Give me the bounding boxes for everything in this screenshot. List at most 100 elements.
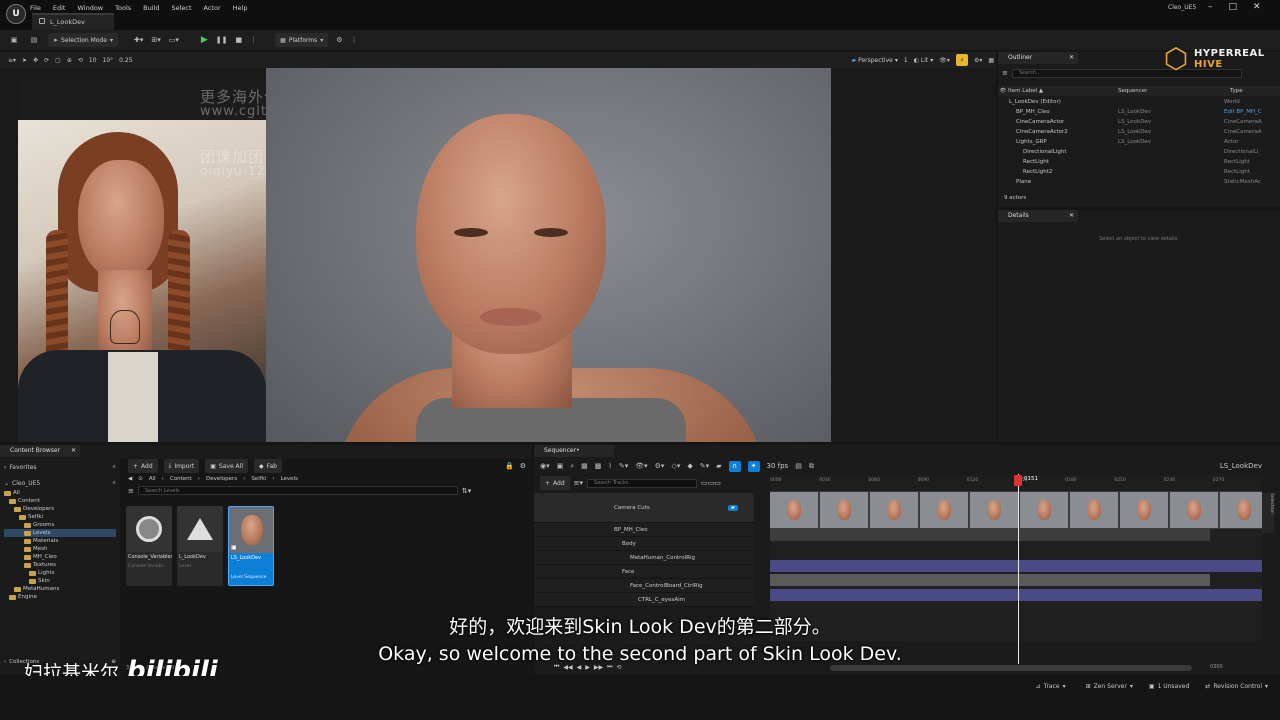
outliner-row[interactable]: L_LookDev (Editor) World — [998, 97, 1280, 107]
asset-l-lookdev[interactable]: L_LookDev Level — [177, 506, 223, 586]
folder-item[interactable]: MH_Cleo — [4, 553, 116, 561]
filter-icon[interactable]: ≡▾ — [574, 479, 583, 487]
folder-item[interactable]: Developers — [4, 505, 116, 513]
snap-icon[interactable]: ∩ — [728, 460, 741, 472]
outliner-row[interactable]: Lights_GRP LS_LookDev Actor — [998, 137, 1280, 147]
settings-icon[interactable]: ⚙ — [520, 462, 526, 470]
camera-icon[interactable]: ▰ — [716, 462, 721, 470]
add-button[interactable]: + Add — [128, 459, 158, 473]
folder-item[interactable]: Skin — [4, 577, 116, 585]
add-track-button[interactable]: + Add — [540, 476, 570, 490]
back-icon[interactable]: ◀ — [128, 476, 132, 482]
play-options-icon[interactable]: ⋮ — [250, 36, 257, 44]
add-actor-icon[interactable]: ✚▾ — [134, 36, 143, 44]
project-header[interactable]: ⌄ Cleo_UE5 ⌕ — [4, 477, 116, 489]
graph-icon[interactable]: ▤ — [795, 462, 802, 470]
lit-button[interactable]: ◐ Lit ▾ — [914, 57, 934, 64]
bp-section[interactable] — [770, 529, 1210, 541]
menu-file[interactable]: File — [30, 4, 41, 12]
asset-console-variables[interactable]: Console_Variables Console Variabl... — [126, 506, 172, 586]
outliner-row[interactable]: CineCameraActor2 LS_LookDev CineCameraA — [998, 127, 1280, 137]
close-icon[interactable]: ✕ — [1253, 2, 1261, 12]
realtime-icon[interactable]: ⚡ — [955, 54, 968, 66]
folder-item[interactable]: All — [4, 489, 116, 497]
menu-actor[interactable]: Actor — [204, 4, 221, 12]
menu-select[interactable]: Select — [171, 4, 191, 12]
minimize-icon[interactable]: – — [1208, 2, 1213, 12]
rotation-snap-value[interactable]: 10° — [103, 57, 114, 64]
view-icon[interactable]: 👁▾ — [635, 462, 647, 470]
breadcrumb-developers[interactable]: Developers — [206, 476, 237, 482]
filter-icon[interactable]: ≡ — [128, 487, 134, 495]
sort-icon[interactable]: ⇅▾ — [462, 487, 471, 495]
breadcrumb-content[interactable]: Content — [170, 476, 192, 482]
fab-button[interactable]: ◆ Fab — [253, 459, 282, 473]
face-section[interactable] — [770, 574, 1210, 586]
search-icon[interactable]: ⌕ — [113, 479, 116, 487]
render-icon[interactable]: ▩ — [595, 462, 602, 470]
layout-icon[interactable]: ▦ — [988, 57, 994, 64]
save-icon[interactable]: ▣ — [8, 36, 20, 44]
fps-value[interactable]: 30 fps — [767, 462, 789, 470]
playhead-handle[interactable] — [1014, 475, 1022, 486]
platforms-button[interactable]: ▦ Platforms ▾ — [275, 33, 329, 47]
settings-icon[interactable]: ⚙ — [336, 36, 342, 44]
breadcrumb-selfki[interactable]: Selfki — [251, 476, 266, 482]
save-icon[interactable]: ▣ — [557, 462, 564, 470]
add-key-icon[interactable]: ◆ — [687, 462, 692, 470]
trace-button[interactable]: ⊿ Trace ▾ — [1036, 683, 1066, 690]
sequencer-track[interactable]: CTRL_C_eyesAim — [534, 593, 754, 607]
track-options-icon[interactable]: ▭▭▭ — [701, 479, 721, 487]
close-icon[interactable]: ✕ — [1069, 210, 1074, 222]
menu-help[interactable]: Help — [233, 4, 248, 12]
tools-icon[interactable]: ✎▾ — [619, 462, 628, 470]
selection-tab[interactable]: Selection — [1262, 493, 1274, 533]
menu-window[interactable]: Window — [77, 4, 103, 12]
unsaved-button[interactable]: ▣ 1 Unsaved — [1149, 683, 1189, 690]
camera-lock-icon[interactable]: ▰ — [727, 504, 738, 511]
show-flags-icon[interactable]: 👁▾ — [939, 57, 950, 64]
more-icon[interactable]: ⋮ — [351, 36, 358, 44]
close-icon[interactable]: ✕ — [1069, 52, 1074, 64]
folder-item[interactable]: Textures — [4, 561, 116, 569]
visibility-icon[interactable]: 👁 — [998, 88, 1008, 94]
playback-icon[interactable]: ⚙▾ — [655, 462, 665, 470]
search-icon[interactable]: ⌕ — [113, 463, 116, 471]
camera-speed-value[interactable]: 1 — [904, 57, 908, 64]
selection-mode-button[interactable]: ➤ Selection Mode ▾ — [48, 33, 118, 47]
scale-tool-icon[interactable]: ▢ — [55, 57, 61, 64]
col-item-label[interactable]: Item Label ▲ — [1008, 88, 1118, 94]
sequencer-track[interactable]: MetaHuman_ControlRig — [534, 551, 754, 565]
revision-control-button[interactable]: ⇄ Revision Control ▾ — [1205, 683, 1268, 690]
outliner-row[interactable]: BP_MH_Cleo LS_LookDev Edit BP_MH_C — [998, 107, 1280, 117]
settings-icon[interactable]: ⚙▾ — [974, 57, 982, 64]
grid-snap-value[interactable]: 10 — [89, 57, 97, 64]
perspective-button[interactable]: ▰ Perspective ▾ — [851, 57, 897, 64]
outliner-row[interactable]: RectLight RectLight — [998, 157, 1280, 167]
sequencer-track[interactable]: Face_ControlBoard_CtrlRig — [534, 579, 754, 593]
asset-search-input[interactable] — [137, 486, 458, 495]
favorites-header[interactable]: › Favorites ⌕ — [4, 461, 116, 473]
outliner-row[interactable]: Plane StaticMeshAc — [998, 177, 1280, 187]
sequence-menu-icon[interactable]: ◉▾ — [540, 462, 550, 470]
world-local-icon[interactable]: ⊕ — [67, 57, 72, 64]
folder-item[interactable]: Grooms — [4, 521, 116, 529]
tab-sequencer[interactable]: Sequencer • — [534, 445, 614, 457]
blueprint-icon[interactable]: ⊞▾ — [151, 36, 160, 44]
tab-details[interactable]: Details ✕ — [998, 210, 1078, 222]
sequencer-track[interactable]: Body — [534, 537, 754, 551]
folder-item[interactable]: MetaHumans — [4, 585, 116, 593]
breadcrumb-levels[interactable]: Levels — [281, 476, 298, 482]
scale-snap-value[interactable]: 0.25 — [119, 57, 132, 64]
folder-item[interactable]: Content — [4, 497, 116, 505]
level-viewport[interactable]: ≡▾ ➤ ✥ ⟳ ▢ ⊕ ⟲ 10 10° 0.25 ▰ Perspective… — [0, 52, 996, 442]
lock-icon[interactable]: 🔒 — [505, 462, 514, 470]
menu-tools[interactable]: Tools — [115, 4, 131, 12]
cinematics-icon[interactable]: ▭▾ — [169, 36, 179, 44]
asset-ls-lookdev[interactable]: ▣ LS_LookDev Level Sequence — [228, 506, 274, 586]
rotate-tool-icon[interactable]: ⟳ — [44, 57, 49, 64]
tab-outliner[interactable]: Outliner ✕ — [998, 52, 1078, 64]
film-icon[interactable]: ▦ — [581, 462, 588, 470]
outliner-row[interactable]: CineCameraActor LS_LookDev CineCameraA — [998, 117, 1280, 127]
col-sequencer[interactable]: Sequencer — [1118, 88, 1230, 94]
